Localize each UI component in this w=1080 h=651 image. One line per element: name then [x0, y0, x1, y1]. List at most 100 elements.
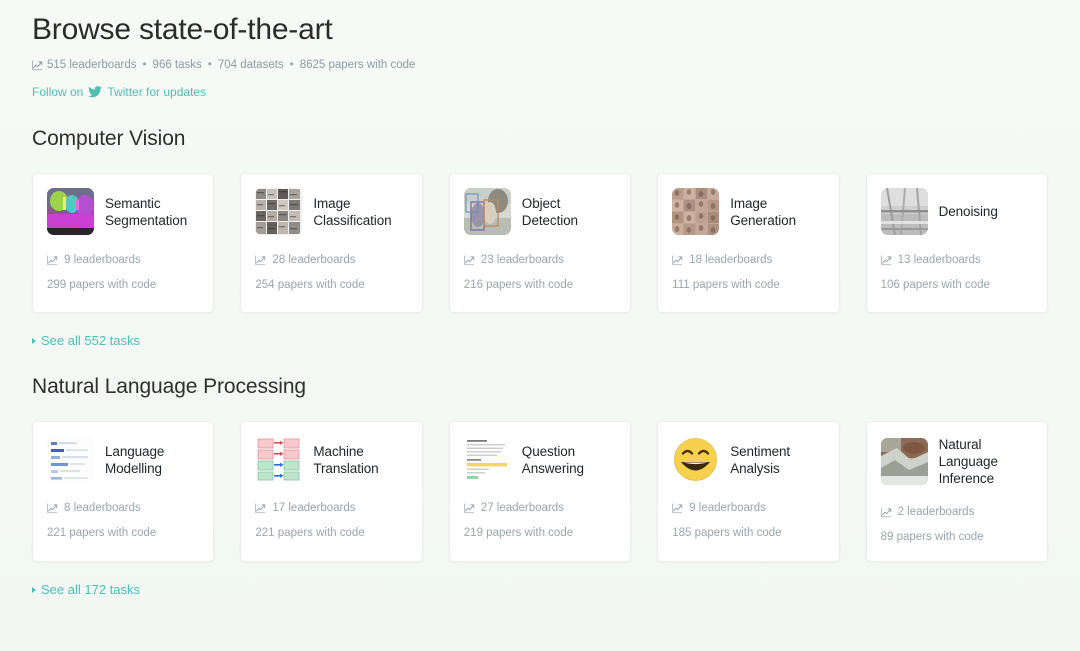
chart-line-up-icon: [32, 60, 43, 71]
section-title: Natural Language Processing: [32, 375, 306, 398]
chart-line-up-icon: [672, 503, 683, 514]
card-papers-label: 299 papers with code: [47, 279, 157, 291]
question-answering-thumbnail: [463, 436, 511, 483]
card-leaderboards-label: 2 leaderboards: [897, 506, 975, 518]
card-header: Semantic Segmentation: [47, 188, 199, 235]
card-papers-label: 219 papers with code: [463, 527, 574, 539]
card-leaderboards: 23 leaderboards: [464, 253, 616, 268]
language-modelling-thumbnail: [47, 436, 94, 483]
task-card-machine-translation[interactable]: Machine Translation 17 leaderboards 221 …: [240, 421, 423, 562]
task-card-sentiment-analysis[interactable]: Sentiment Analysis 9 leaderboards 185 pa…: [657, 421, 840, 562]
follow-suffix-label: Twitter for updates: [107, 85, 207, 99]
chart-line-up-icon: [464, 503, 475, 514]
chart-line-up-icon: [255, 503, 266, 514]
caret-right-icon: [32, 337, 36, 344]
card-papers-label: 216 papers with code: [463, 279, 574, 291]
stat-leaderboards: 515 leaderboards: [47, 59, 137, 71]
card-header: Image Generation: [672, 188, 824, 235]
image-classification-thumbnail: [255, 188, 303, 235]
page-header: Browse state-of-the-art 515 leaderboards…: [32, 0, 1048, 100]
card-title: Object Detection: [521, 195, 578, 228]
card-leaderboards: 27 leaderboards: [464, 501, 616, 516]
chart-line-up-icon: [880, 507, 892, 518]
card-leaderboards: 2 leaderboards: [880, 505, 1033, 520]
card-title: Semantic Segmentation: [105, 195, 188, 228]
site-stats: 515 leaderboards • 966 tasks • 704 datas…: [32, 58, 1048, 73]
chart-line-up-icon: [880, 255, 892, 266]
section-title: Computer Vision: [32, 127, 186, 150]
card-leaderboards-label: 9 leaderboards: [64, 254, 141, 266]
card-leaderboards-label: 8 leaderboards: [64, 502, 141, 514]
object-detection-thumbnail: [463, 188, 511, 235]
denoising-thumbnail: [880, 188, 928, 235]
card-papers-label: 106 papers with code: [880, 279, 990, 291]
see-all-label: See all 552 tasks: [41, 333, 141, 348]
card-header: Question Answering: [463, 436, 616, 483]
stat-datasets: 704 datasets: [217, 59, 284, 71]
card-title: Denoising: [938, 204, 998, 219]
card-leaderboards-label: 9 leaderboards: [689, 502, 766, 514]
chart-line-up-icon: [672, 255, 683, 266]
card-papers-label: 111 papers with code: [672, 279, 780, 291]
card-leaderboards-label: 18 leaderboards: [689, 254, 773, 266]
card-header: Natural Language Inference: [880, 436, 1033, 487]
card-papers-label: 221 papers with code: [47, 527, 157, 539]
card-header: Image Classification: [255, 188, 407, 235]
chart-line-up-icon: [255, 255, 266, 266]
task-card-question-answering[interactable]: Question Answering 27 leaderboards 219 p…: [448, 421, 632, 562]
task-card-semantic-segmentation[interactable]: Semantic Segmentation 9 leaderboards 299…: [32, 173, 215, 313]
follow-prefix-label: Follow on: [32, 85, 84, 99]
chart-line-up-icon: [47, 503, 58, 514]
card-title: Machine Translation: [313, 443, 379, 476]
stat-separator-1: •: [142, 59, 147, 71]
card-header: Machine Translation: [255, 436, 407, 483]
card-leaderboards: 18 leaderboards: [672, 253, 824, 268]
card-header: Object Detection: [463, 188, 616, 235]
stat-separator-3: •: [289, 59, 294, 71]
card-papers-label: 254 papers with code: [255, 279, 365, 291]
card-leaderboards: 9 leaderboards: [47, 253, 199, 268]
caret-right-icon: [32, 586, 36, 593]
stat-papers: 8625 papers with code: [299, 59, 416, 71]
card-leaderboards-label: 28 leaderboards: [272, 254, 356, 266]
page-title: Browse state-of-the-art: [32, 13, 333, 46]
semantic-segmentation-thumbnail: [47, 188, 94, 235]
card-title: Natural Language Inference: [938, 437, 998, 486]
twitter-bird-icon: [88, 86, 103, 98]
task-card-denoising[interactable]: Denoising 13 leaderboards 106 papers wit…: [865, 173, 1048, 313]
card-leaderboards: 13 leaderboards: [880, 253, 1033, 268]
chart-line-up-icon: [464, 255, 475, 266]
card-title: Image Classification: [313, 195, 392, 228]
image-generation-thumbnail: [672, 188, 720, 235]
card-leaderboards-label: 23 leaderboards: [480, 254, 564, 266]
card-leaderboards: 28 leaderboards: [255, 253, 407, 268]
task-card-image-classification[interactable]: Image Classification 28 leaderboards 254…: [240, 173, 423, 313]
task-card-natural-language-inference[interactable]: Natural Language Inference 2 leaderboard…: [865, 421, 1048, 562]
see-all-tasks-link-nlp[interactable]: See all 172 tasks: [32, 582, 140, 597]
card-header: Language Modelling: [47, 436, 199, 483]
stat-separator-2: •: [207, 59, 212, 71]
card-title: Image Generation: [730, 195, 796, 228]
section-natural-language-processing: Natural Language Processing Language Mod…: [32, 374, 1048, 597]
task-card-grid: Semantic Segmentation 9 leaderboards 299…: [32, 173, 1048, 313]
card-leaderboards-label: 17 leaderboards: [272, 502, 356, 514]
task-card-image-generation[interactable]: Image Generation 18 leaderboards 111 pap…: [657, 173, 840, 313]
browse-sota-page: Browse state-of-the-art 515 leaderboards…: [0, 0, 1080, 651]
twitter-follow-link[interactable]: Follow on Twitter for updates: [32, 84, 206, 100]
card-title: Sentiment Analysis: [730, 443, 791, 476]
card-papers-label: 221 papers with code: [255, 527, 365, 539]
sentiment-analysis-thumbnail: [672, 436, 720, 483]
card-papers-label: 185 papers with code: [672, 527, 782, 539]
see-all-label: See all 172 tasks: [41, 582, 141, 597]
machine-translation-thumbnail: [255, 436, 303, 483]
section-computer-vision: Computer Vision Semantic Segmentation 9 …: [32, 126, 1048, 348]
card-papers-label: 89 papers with code: [880, 531, 984, 543]
card-title: Language Modelling: [105, 443, 165, 476]
task-card-object-detection[interactable]: Object Detection 23 leaderboards 216 pap…: [448, 173, 632, 313]
card-header: Denoising: [880, 188, 1033, 235]
see-all-tasks-link-computer-vision[interactable]: See all 552 tasks: [32, 333, 140, 348]
task-card-language-modelling[interactable]: Language Modelling 8 leaderboards 221 pa…: [32, 421, 215, 562]
natural-language-inference-thumbnail: [880, 438, 928, 485]
stat-tasks: 966 tasks: [152, 59, 202, 71]
chart-line-up-icon: [47, 255, 58, 266]
